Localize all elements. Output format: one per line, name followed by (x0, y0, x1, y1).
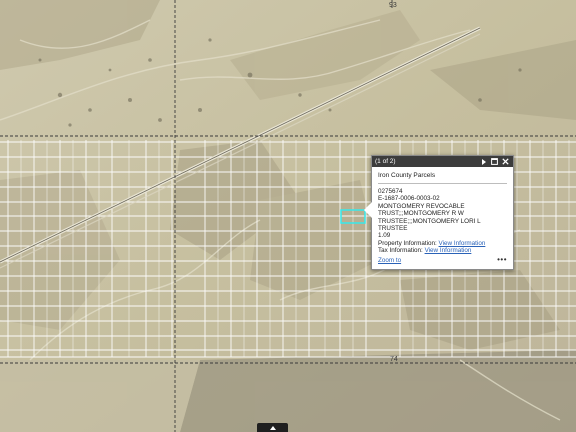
popup-content: 0275674 E-1687-0006-0003-02 MONTGOMERY R… (378, 188, 507, 255)
property-info-link[interactable]: View Information (439, 240, 486, 247)
road-label-north: 93 (389, 2, 397, 9)
attribute-table-toggle[interactable] (257, 423, 288, 432)
zoom-to-link[interactable]: Zoom to (378, 257, 401, 264)
owner-line-2: TRUST;;;MONTGOMERY R W (378, 210, 464, 218)
popup-footer: Zoom to ••• (378, 255, 507, 265)
more-options-icon[interactable]: ••• (497, 256, 507, 264)
close-icon[interactable] (501, 157, 510, 166)
tax-info-row: Tax Information: View Information (378, 247, 507, 254)
owner-line-1: MONTGOMERY REVOCABLE (378, 202, 465, 210)
tax-info-label: Tax Information: (378, 247, 423, 255)
parcel-id: 0275674 (378, 188, 403, 195)
parcel-number: E-1687-0006-0003-02 (378, 195, 440, 203)
popup-counter: (1 of 2) (375, 158, 396, 165)
popup-layer-title: Iron County Parcels (378, 172, 507, 184)
next-arrow-icon[interactable] (479, 157, 488, 166)
tax-info-link[interactable]: View Information (425, 247, 472, 254)
chevron-up-icon (269, 425, 276, 430)
popup-pointer (364, 202, 372, 218)
property-info-row: Property Information: View Information (378, 240, 507, 247)
road-label-south: 74 (390, 356, 398, 363)
parcel-info-popup: (1 of 2) Iron County Parcels 0275674 E-1… (364, 155, 514, 270)
popup-header: (1 of 2) (372, 156, 513, 167)
parcel-acreage: 1.09 (378, 232, 391, 240)
owner-line-3: TRUSTEE;;;MONTGOMERY LORI L TRUSTEE (378, 217, 481, 233)
property-info-label: Property Information: (378, 239, 437, 247)
maximize-icon[interactable] (490, 157, 499, 166)
